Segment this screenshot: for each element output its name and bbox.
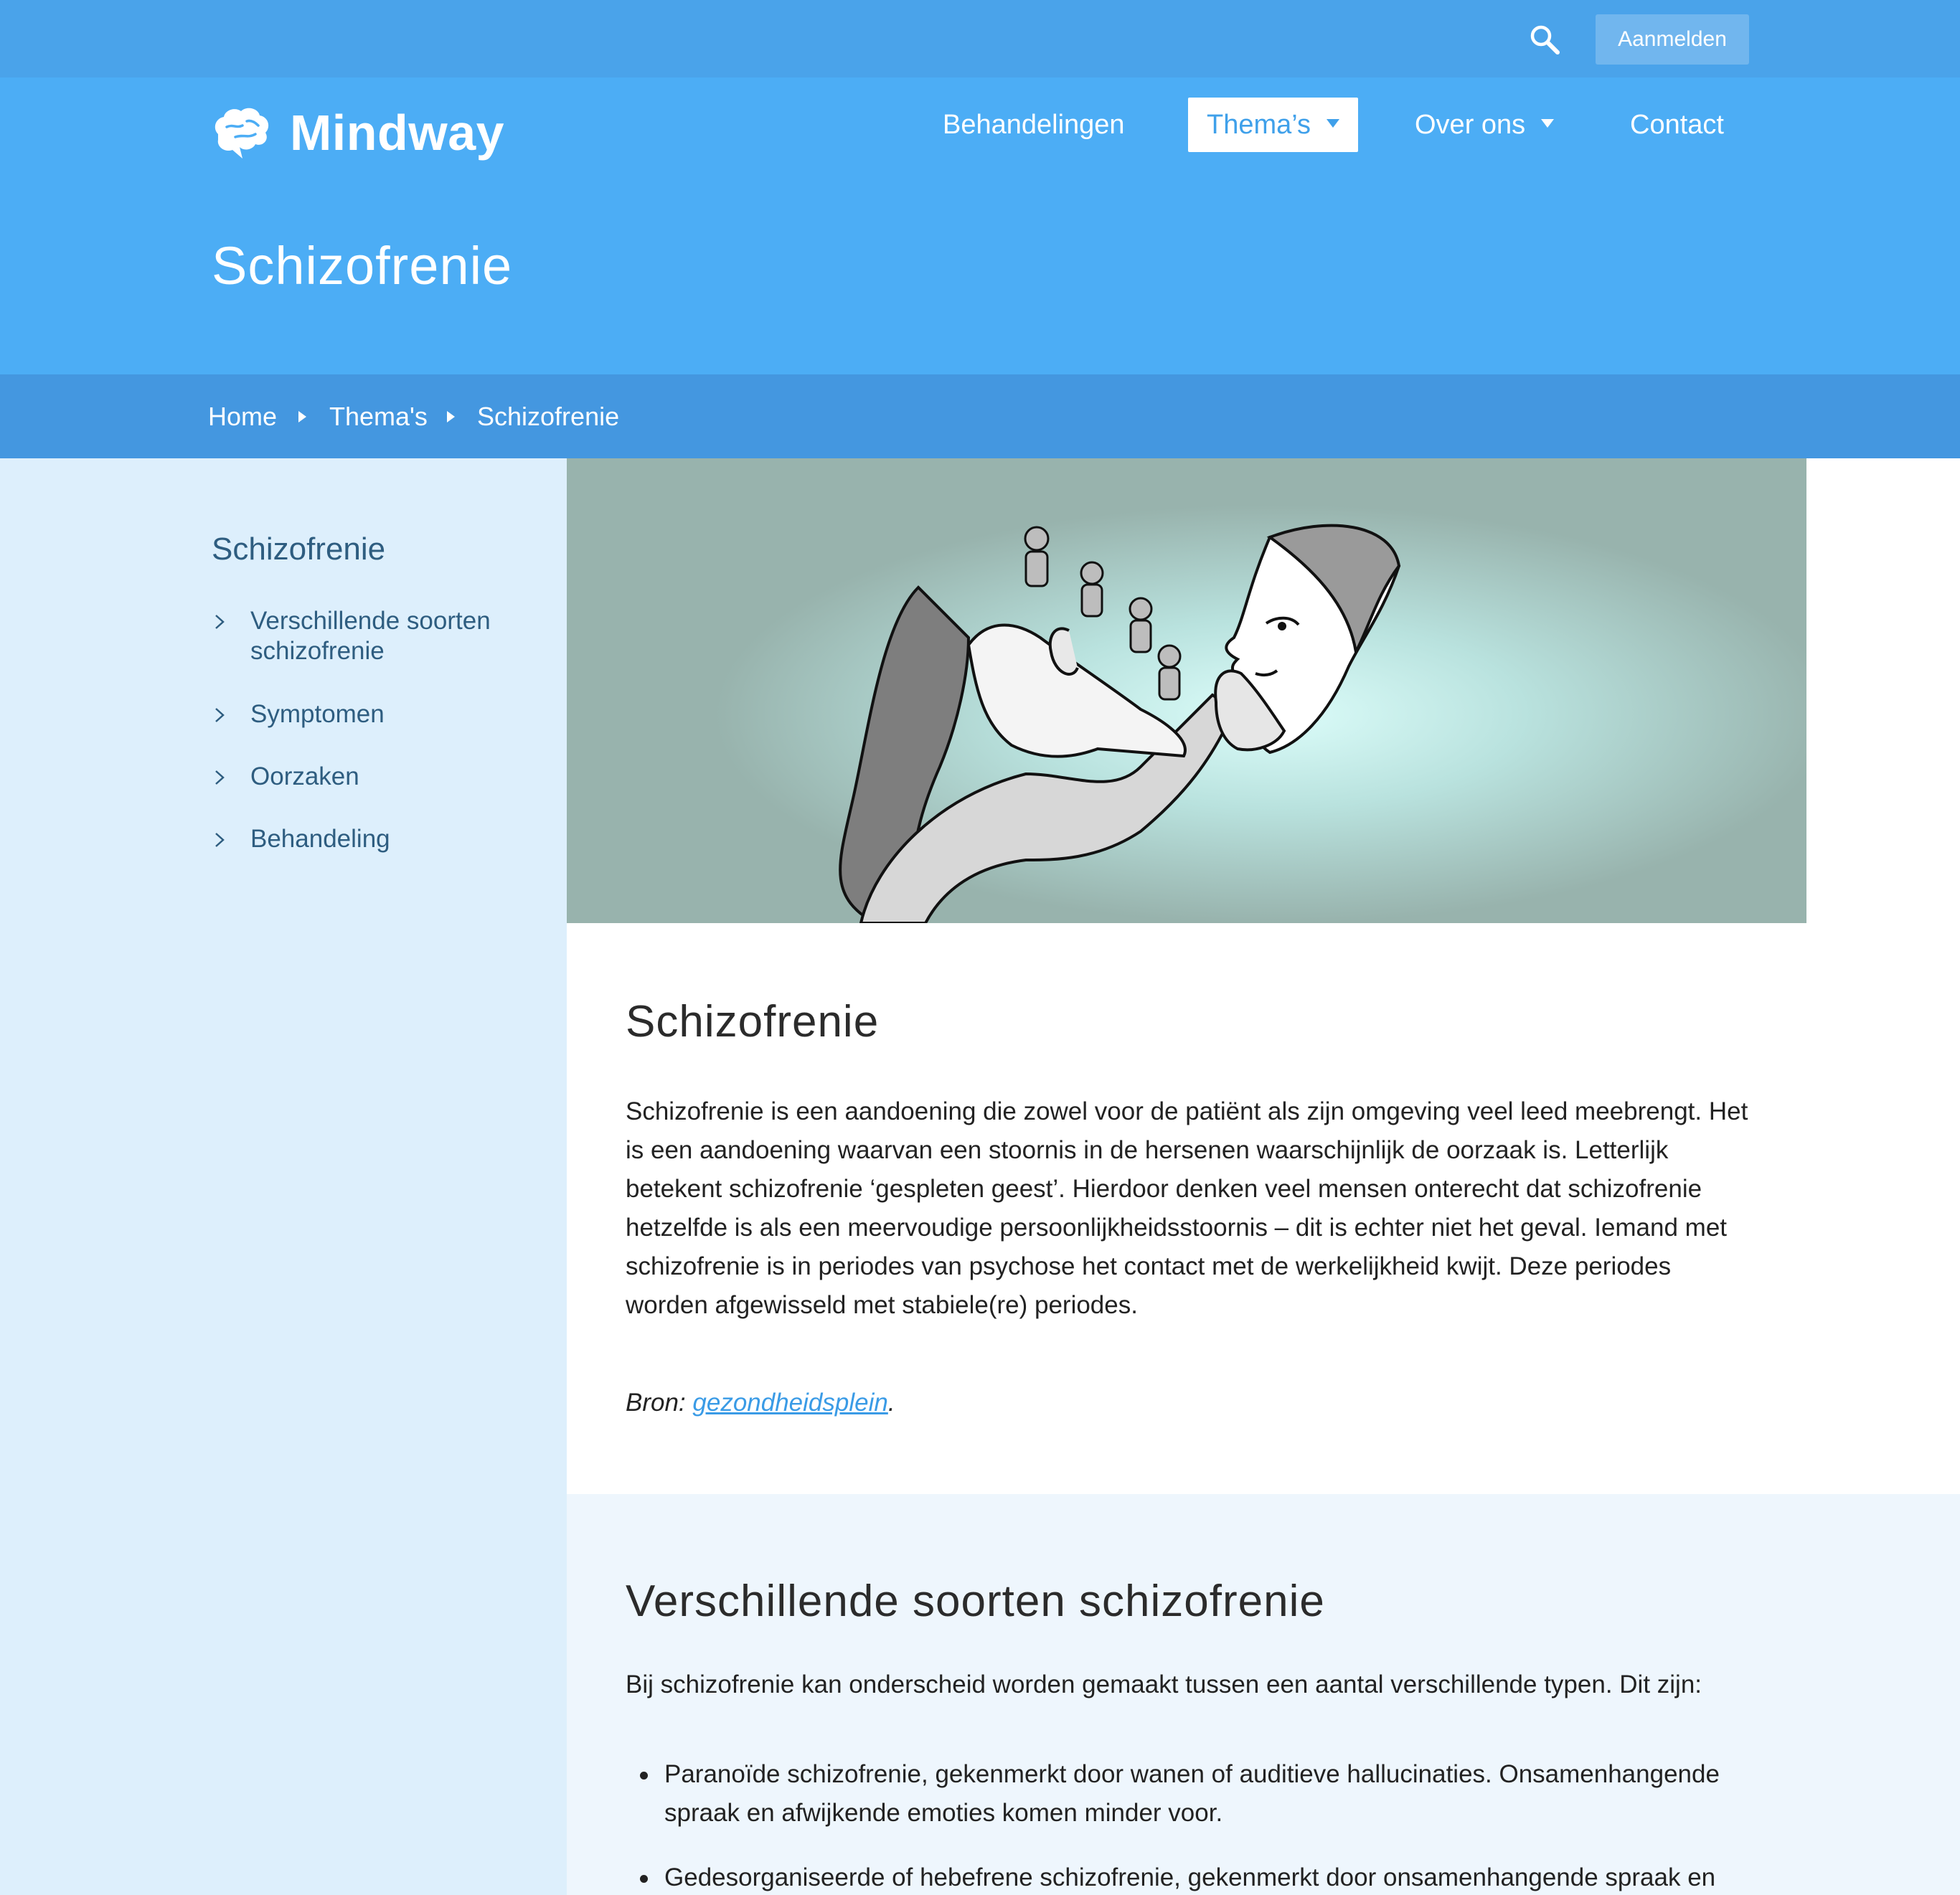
nav-item-behandelingen[interactable]: Behandelingen	[943, 98, 1125, 152]
types-intro: Bij schizofrenie kan onderscheid worden …	[626, 1670, 1702, 1698]
sidebar-item-label: Verschillende soorten schizofrenie	[250, 607, 491, 665]
logo-text: Mindway	[290, 105, 505, 161]
site-header: Mindway Behandelingen Thema’s Over ons C…	[0, 77, 1960, 374]
sidebar-item-verschillende-soorten[interactable]: Verschillende soorten schizofrenie	[212, 606, 535, 666]
chevron-right-icon	[215, 770, 225, 785]
chevron-right-icon	[215, 615, 225, 629]
list-item: Gedesorganiseerde of hebefrene schizofre…	[626, 1858, 1781, 1895]
source-line: Bron: gezondheidsplein.	[626, 1384, 895, 1422]
breadcrumb-themas[interactable]: Thema's	[329, 374, 428, 458]
signin-button[interactable]: Aanmelden	[1596, 14, 1749, 65]
nav-item-over-ons[interactable]: Over ons	[1415, 98, 1555, 152]
sidebar-item-label: Oorzaken	[250, 762, 359, 790]
source-suffix: .	[887, 1389, 895, 1417]
nav-item-label: Thema’s	[1207, 110, 1311, 140]
chevron-right-icon	[215, 833, 225, 847]
caret-down-icon	[1541, 118, 1555, 128]
nav-item-label: Over ons	[1415, 110, 1526, 140]
brain-icon	[211, 105, 271, 160]
source-prefix: Bron:	[626, 1389, 693, 1417]
intro-section: Schizofrenie Schizofrenie is een aandoen…	[567, 923, 1806, 1494]
caret-down-icon	[1327, 118, 1340, 128]
source-link[interactable]: gezondheidsplein	[692, 1389, 887, 1417]
sidebar: Schizofrenie Verschillende soorten schiz…	[0, 458, 567, 1895]
types-heading: Verschillende soorten schizofrenie	[626, 1577, 1325, 1626]
breadcrumb: Home Thema's Schizofrenie	[0, 374, 1960, 458]
sidebar-title: Schizofrenie	[212, 531, 386, 567]
page-title: Schizofrenie	[212, 236, 513, 296]
types-list: Paranoïde schizofrenie, gekenmerkt door …	[626, 1755, 1781, 1895]
sidebar-item-label: Symptomen	[250, 700, 385, 728]
breadcrumb-current: Schizofrenie	[477, 402, 620, 431]
sidebar-item-label: Behandeling	[250, 825, 390, 853]
sidebar-item-behandeling[interactable]: Behandeling	[212, 824, 535, 854]
breadcrumb-separator-icon	[298, 411, 306, 422]
nav-item-themas[interactable]: Thema’s	[1188, 98, 1359, 152]
sidebar-item-oorzaken[interactable]: Oorzaken	[212, 762, 535, 792]
intro-paragraph: Schizofrenie is een aandoening die zowel…	[626, 1097, 1748, 1319]
list-item: Paranoïde schizofrenie, gekenmerkt door …	[626, 1755, 1781, 1833]
chevron-right-icon	[215, 708, 225, 722]
types-section: Verschillende soorten schizofrenie Bij s…	[567, 1494, 1960, 1895]
sidebar-item-symptomen[interactable]: Symptomen	[212, 699, 535, 729]
hero-illustration	[567, 458, 1806, 923]
top-utility-bar: Aanmelden	[0, 0, 1960, 77]
intro-heading: Schizofrenie	[626, 997, 880, 1046]
breadcrumb-home[interactable]: Home	[208, 374, 277, 458]
hero-image	[567, 458, 1806, 923]
search-icon[interactable]	[1527, 22, 1564, 59]
breadcrumb-separator-icon	[447, 411, 455, 422]
nav-item-contact[interactable]: Contact	[1630, 98, 1724, 152]
logo[interactable]: Mindway	[211, 93, 504, 172]
nav-item-label: Behandelingen	[943, 110, 1125, 140]
nav-item-label: Contact	[1630, 110, 1724, 140]
